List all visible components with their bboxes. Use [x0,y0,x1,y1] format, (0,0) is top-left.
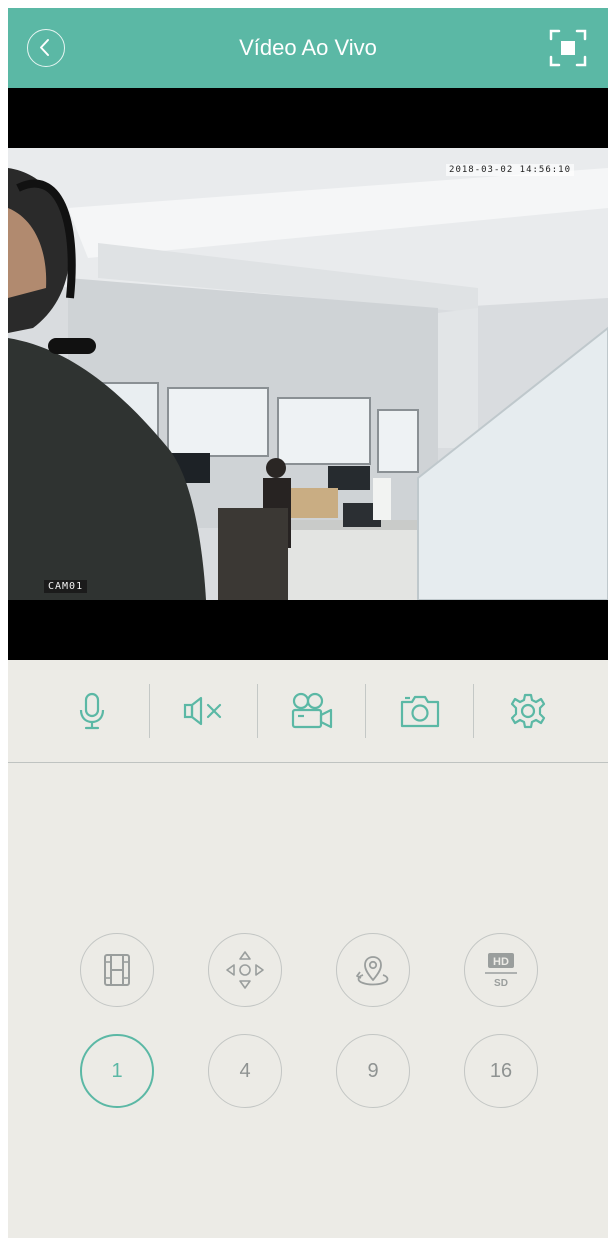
fullscreen-icon [549,29,587,67]
film-playback-icon [104,954,130,986]
video-record-icon [291,692,333,729]
video-player[interactable]: 2018-03-02 14:56:10 CAM01 [8,88,608,660]
back-button[interactable] [27,29,65,67]
layout-1-button[interactable]: 1 [80,1034,154,1108]
control-toolbar [8,660,608,763]
playback-button[interactable] [80,933,154,1007]
settings-button[interactable] [474,660,582,762]
camera-feed[interactable]: 2018-03-02 14:56:10 CAM01 [8,148,608,600]
location-pin-icon [356,956,389,986]
ptz-direction-icon [226,951,264,989]
location-button[interactable] [336,933,410,1007]
ptz-control-button[interactable] [208,933,282,1007]
fullscreen-button[interactable] [548,28,588,68]
snapshot-button[interactable] [366,660,474,762]
camera-label: CAM01 [44,580,88,593]
microphone-icon [79,692,105,730]
camera-snapshot-icon [400,695,440,728]
layout-label: 1 [111,1059,123,1082]
layout-4-button[interactable]: 4 [208,1034,282,1108]
video-timestamp: 2018-03-02 14:56:10 [446,164,574,176]
layout-9-button[interactable]: 9 [336,1034,410,1108]
layout-label: 9 [367,1059,379,1082]
app-root: Vídeo Ao Vivo 2018-03-02 14:56:10 CAM01 … [8,8,608,1238]
layout-16-button[interactable]: 16 [464,1034,538,1108]
hd-sd-button[interactable]: HD SD [464,933,538,1007]
record-button[interactable] [258,660,366,762]
layout-label: 16 [489,1059,513,1082]
header-bar: Vídeo Ao Vivo [8,8,608,88]
layout-label: 4 [239,1059,251,1082]
microphone-button[interactable] [38,660,146,762]
svg-text:SD: SD [494,978,508,989]
page-title: Vídeo Ao Vivo [239,35,377,60]
chevron-left-icon [40,39,49,56]
hd-sd-toggle-icon: HD SD [485,953,517,989]
settings-gear-icon [510,693,546,729]
speaker-muted-icon [183,696,222,726]
camera-image [8,148,608,600]
svg-text:HD: HD [493,956,509,968]
mute-toggle-button[interactable] [150,660,258,762]
